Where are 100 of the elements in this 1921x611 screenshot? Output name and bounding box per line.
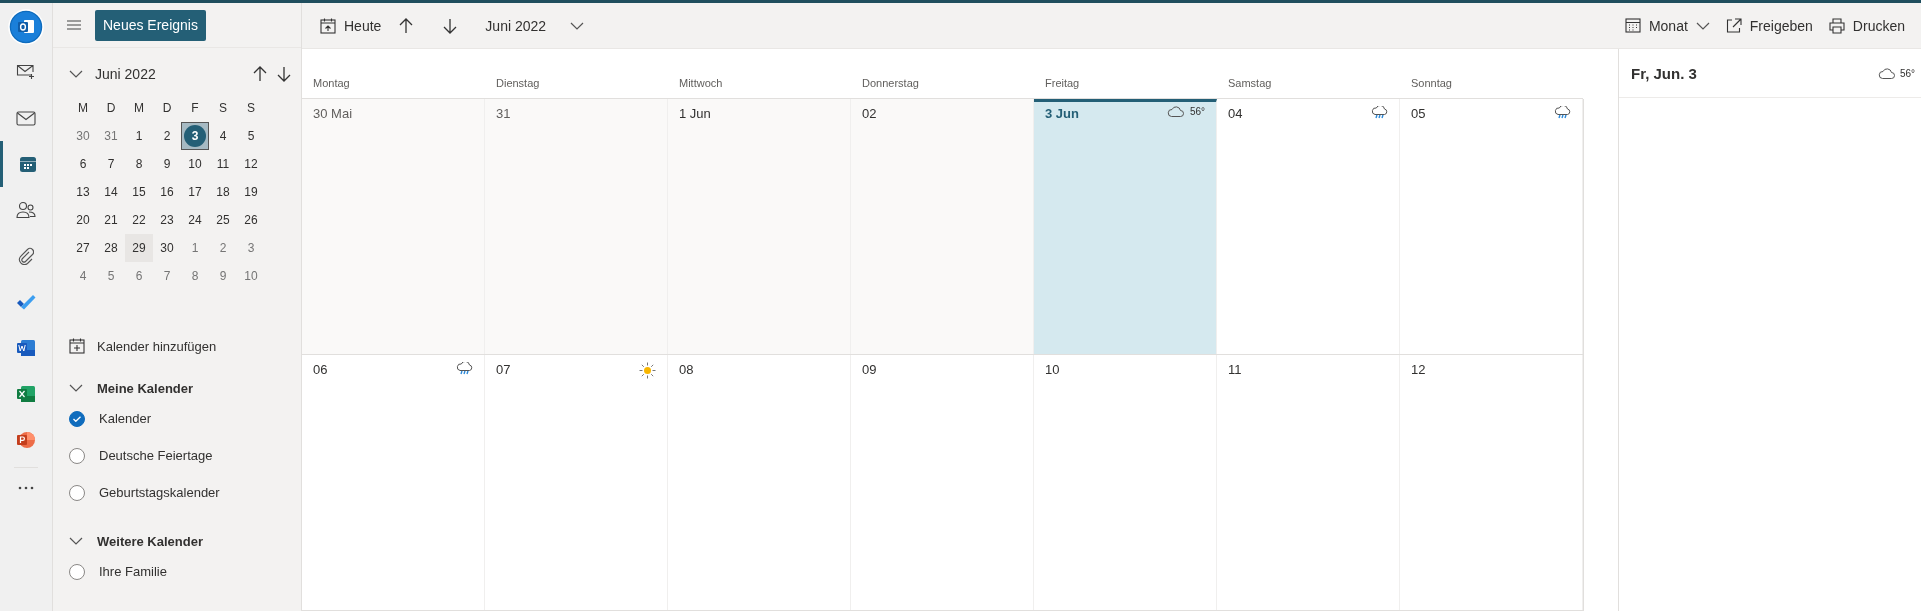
calendar-name[interactable]: Ihre Familie xyxy=(99,564,167,579)
new-mail-icon[interactable] xyxy=(16,64,36,80)
next-month-icon[interactable] xyxy=(277,66,291,82)
people-icon[interactable] xyxy=(16,201,36,219)
day-cell[interactable]: 30 Mai xyxy=(302,99,485,354)
print-button[interactable]: Drucken xyxy=(1820,11,1913,40)
date-button[interactable]: 5 xyxy=(97,262,125,290)
date-button[interactable]: 27 xyxy=(69,234,97,262)
today-button[interactable]: Heute xyxy=(312,11,390,40)
period-picker[interactable]: Juni 2022 xyxy=(477,11,593,40)
date-button[interactable]: 28 xyxy=(97,234,125,262)
day-cell[interactable]: 12 xyxy=(1400,355,1583,610)
date-button[interactable]: 29 xyxy=(125,234,153,262)
date-button[interactable]: 19 xyxy=(237,178,265,206)
date-label: 07 xyxy=(496,362,512,377)
day-cell[interactable]: 05 xyxy=(1400,99,1583,354)
day-cell[interactable]: 09 xyxy=(851,355,1034,610)
day-cell[interactable]: 02 xyxy=(851,99,1034,354)
calendar-name[interactable]: Kalender xyxy=(99,411,152,426)
word-icon[interactable] xyxy=(16,339,36,357)
date-button[interactable]: 7 xyxy=(153,262,181,290)
day-cell[interactable]: 04 xyxy=(1217,99,1400,354)
date-button[interactable]: 6 xyxy=(125,262,153,290)
date-label: 06 xyxy=(313,362,329,377)
date-button[interactable]: 3 xyxy=(181,122,209,150)
sun-icon xyxy=(639,362,656,379)
date-button[interactable]: 20 xyxy=(69,206,97,234)
calendar-name[interactable]: Geburtstagskalender xyxy=(99,485,220,500)
powerpoint-icon[interactable] xyxy=(16,431,36,449)
date-button[interactable]: 24 xyxy=(181,206,209,234)
date-button[interactable]: 10 xyxy=(181,150,209,178)
date-button[interactable]: 30 xyxy=(69,122,97,150)
checkmark-icon[interactable] xyxy=(16,294,36,310)
day-cell[interactable]: 31 xyxy=(485,99,668,354)
day-cell[interactable]: 1 Jun xyxy=(668,99,851,354)
date-label: 12 xyxy=(1411,362,1427,377)
date-button[interactable]: 13 xyxy=(69,178,97,206)
date-button[interactable]: 5 xyxy=(237,122,265,150)
day-cell[interactable]: 06 xyxy=(302,355,485,610)
calendar-checkbox[interactable] xyxy=(69,447,85,464)
calendar-name[interactable]: Deutsche Feiertage xyxy=(99,448,213,463)
outlook-logo-icon[interactable] xyxy=(8,9,44,45)
date-button[interactable]: 1 xyxy=(181,234,209,262)
day-cell[interactable]: 11 xyxy=(1217,355,1400,610)
date-button[interactable]: 14 xyxy=(97,178,125,206)
date-button[interactable]: 2 xyxy=(153,122,181,150)
day-title: Fr, Jun. 3 xyxy=(1631,64,1698,82)
date-button[interactable]: 9 xyxy=(153,150,181,178)
date-button[interactable]: 9 xyxy=(209,262,237,290)
date-button[interactable]: 2 xyxy=(209,234,237,262)
date-button[interactable]: 25 xyxy=(209,206,237,234)
date-button[interactable]: 12 xyxy=(237,150,265,178)
date-button[interactable]: 1 xyxy=(125,122,153,150)
day-cell[interactable]: 07 xyxy=(485,355,668,610)
date-button[interactable]: 23 xyxy=(153,206,181,234)
calendar-checkbox[interactable] xyxy=(69,410,85,427)
date-label: 30 Mai xyxy=(313,106,354,121)
calendar-checkbox[interactable] xyxy=(69,484,85,501)
date-button[interactable]: 15 xyxy=(125,178,153,206)
date-button[interactable]: 7 xyxy=(97,150,125,178)
more-icon[interactable] xyxy=(18,485,34,490)
mail-icon[interactable] xyxy=(16,110,36,126)
share-icon xyxy=(1725,18,1742,33)
date-button[interactable]: 8 xyxy=(125,150,153,178)
date-button[interactable]: 18 xyxy=(209,178,237,206)
day-cell[interactable]: 08 xyxy=(668,355,851,610)
share-button[interactable]: Freigeben xyxy=(1717,11,1821,40)
weekday-header: Dienstag xyxy=(495,76,541,91)
date-button[interactable]: 11 xyxy=(209,150,237,178)
day-cell[interactable]: 10 xyxy=(1034,355,1217,610)
temperature: 56° xyxy=(1899,67,1915,79)
date-button[interactable]: 8 xyxy=(181,262,209,290)
previous-month-icon[interactable] xyxy=(253,66,267,82)
collapse-chevron-icon xyxy=(69,70,83,78)
date-button[interactable]: 6 xyxy=(69,150,97,178)
excel-icon[interactable] xyxy=(16,385,36,403)
paperclip-icon[interactable] xyxy=(18,247,34,265)
weekday-header: Mittwoch xyxy=(678,76,724,91)
calendar-checkbox[interactable] xyxy=(69,563,85,580)
day-cell[interactable]: 3 Jun 56° xyxy=(1034,99,1217,354)
date-button[interactable]: 26 xyxy=(237,206,265,234)
new-event-button[interactable]: Neues Ereignis xyxy=(95,9,206,41)
date-button[interactable]: 16 xyxy=(153,178,181,206)
down-arrow-icon[interactable] xyxy=(443,17,458,34)
date-button[interactable]: 17 xyxy=(181,178,209,206)
date-button[interactable]: 21 xyxy=(97,206,125,234)
view-picker[interactable]: Monat xyxy=(1616,11,1718,40)
date-button[interactable]: 22 xyxy=(125,206,153,234)
temperature: 56° xyxy=(1189,106,1205,117)
date-button[interactable]: 4 xyxy=(209,122,237,150)
cloud-icon xyxy=(1166,106,1184,117)
date-button[interactable]: 30 xyxy=(153,234,181,262)
calendar-icon[interactable] xyxy=(18,155,37,173)
up-arrow-icon[interactable] xyxy=(399,17,414,34)
date-button[interactable]: 31 xyxy=(97,122,125,150)
date-button[interactable]: 10 xyxy=(237,262,265,290)
weekday-header: Donnerstag xyxy=(861,76,920,91)
date-button[interactable]: 4 xyxy=(69,262,97,290)
date-button[interactable]: 3 xyxy=(237,234,265,262)
add-calendar-button[interactable]: Kalender hinzufügen xyxy=(69,334,301,358)
